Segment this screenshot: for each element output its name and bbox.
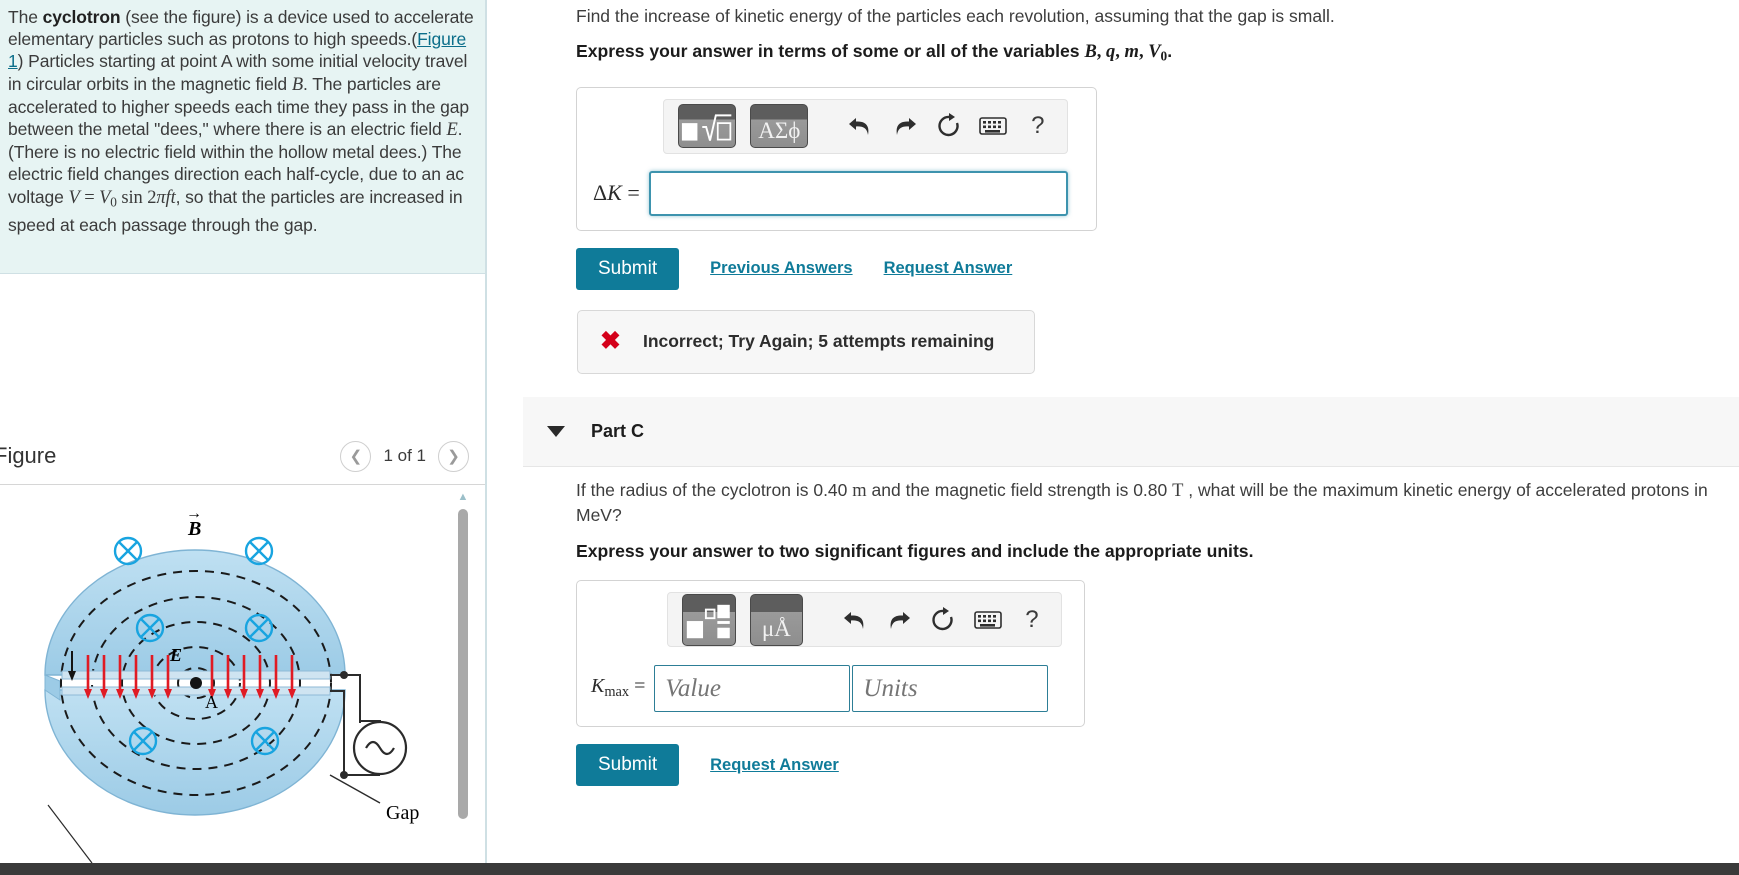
units-symbols-label: μÅ — [761, 615, 791, 641]
part-c-units-input[interactable] — [852, 665, 1049, 712]
problem-intro-1: The — [8, 7, 43, 27]
problem-statement-box: The cyclotron (see the figure) is a devi… — [0, 0, 485, 274]
part-c-value-input[interactable] — [654, 665, 851, 712]
part-b-question: Find the increase of kinetic energy of t… — [576, 6, 1335, 26]
right-panel: Find the increase of kinetic energy of t… — [489, 0, 1739, 875]
unit-meter: m — [852, 481, 867, 501]
part-b-answer-box: ΑΣϕ ? ΔK = — [576, 86, 1097, 231]
part-c-instruction: Express your answer to two significant f… — [576, 541, 1254, 561]
part-b-feedback-box: ✖ Incorrect; Try Again; 5 attempts remai… — [577, 309, 1035, 374]
figure-navigation: ❮ 1 of 1 ❯ — [340, 440, 469, 472]
var-b-inline: B — [291, 74, 304, 95]
part-b-instruction-suffix: . — [1167, 41, 1173, 61]
part-c-button-row: Submit Request Answer — [576, 744, 1739, 786]
redo-icon[interactable] — [890, 109, 920, 143]
mastering-physics-page: The cyclotron (see the figure) is a devi… — [0, 0, 1739, 875]
part-b-instruction: Express your answer in terms of some or … — [489, 28, 1739, 69]
part-c-body: If the radius of the cyclotron is 0.40 m… — [489, 478, 1739, 786]
part-c-question: If the radius of the cyclotron is 0.40 m… — [489, 478, 1739, 527]
part-b-instruction-prefix: Express your answer in terms of some or … — [576, 41, 1085, 61]
figure-prev-button[interactable]: ❮ — [340, 440, 372, 472]
part-b-answer-row: ΔK = — [577, 170, 1068, 216]
greek-symbols-label: ΑΣϕ — [758, 118, 801, 144]
part-c-question-2: and the magnetic field strength is 0.80 — [866, 480, 1173, 500]
figure-scrollbar-thumb[interactable] — [458, 509, 468, 819]
reset-icon[interactable] — [934, 109, 964, 143]
greek-symbols-button[interactable]: ΑΣϕ — [750, 104, 809, 149]
figure-counter: 1 of 1 — [383, 446, 426, 465]
part-c-answer-label: Kmax = — [591, 675, 646, 701]
part-b-answer-label: ΔK = — [593, 180, 640, 206]
part-b-submit-button[interactable]: Submit — [576, 247, 680, 290]
part-b-answer-input[interactable] — [648, 170, 1068, 216]
keyboard-icon[interactable] — [978, 109, 1008, 143]
redo-icon[interactable] — [884, 603, 914, 637]
part-c-question-1: If the radius of the cyclotron is 0.40 — [576, 480, 853, 500]
left-panel: The cyclotron (see the figure) is a devi… — [0, 0, 487, 875]
point-a-marker — [190, 677, 202, 689]
part-b-request-answer-link[interactable]: Request Answer — [884, 259, 1013, 278]
undo-icon[interactable] — [840, 603, 870, 637]
part-c-request-answer-link[interactable]: Request Answer — [710, 756, 839, 775]
template-icon[interactable] — [678, 104, 737, 149]
figure-image-area[interactable]: B → E A Gap ▲ — [0, 484, 485, 875]
part-b-math-toolbar: ΑΣϕ ? — [663, 98, 1068, 154]
part-b-feedback-text: Incorrect; Try Again; 5 attempts remaini… — [642, 331, 995, 352]
part-b-instruction-vars: B, q, m, V0 — [1084, 42, 1168, 64]
part-c-title: Part C — [591, 421, 645, 441]
part-b-previous-answers-link[interactable]: Previous Answers — [710, 259, 852, 278]
keyboard-icon[interactable] — [973, 603, 1003, 637]
var-e-inline: E — [446, 120, 458, 141]
figure-next-button[interactable]: ❯ — [438, 440, 469, 472]
figure-header: Figure ❮ 1 of 1 ❯ — [0, 428, 485, 484]
part-c-answer-row: Kmax = — [577, 665, 1059, 712]
part-b-button-row: Submit Previous Answers Request Answer — [576, 247, 1739, 290]
part-c-answer-box: μÅ ? Kmax = Value Units — [576, 580, 1085, 727]
template-icon[interactable] — [682, 593, 736, 646]
caret-down-icon[interactable] — [547, 426, 565, 437]
part-c-math-toolbar: μÅ ? — [667, 592, 1062, 647]
figure-panel-title: Figure — [0, 443, 57, 468]
x-mark-icon: ✖ — [600, 327, 621, 356]
part-c-submit-button[interactable]: Submit — [576, 744, 680, 786]
reset-icon[interactable] — [928, 603, 958, 637]
unit-tesla: T — [1172, 481, 1184, 501]
chevron-right-icon: ❯ — [447, 448, 460, 465]
cyclotron-diagram: B → E A Gap — [44, 505, 419, 864]
part-c-header[interactable]: Part C — [523, 397, 1739, 467]
problem-term-cyclotron: cyclotron — [42, 7, 121, 27]
point-a-label: A — [205, 692, 218, 712]
e-field-label: E — [169, 645, 182, 665]
scroll-up-icon[interactable]: ▲ — [456, 491, 470, 505]
problem-statement-text: The cyclotron (see the figure) is a devi… — [8, 6, 475, 236]
b-field-arrow: → — [186, 505, 202, 522]
help-icon[interactable]: ? — [1017, 603, 1047, 637]
units-symbols-button[interactable]: μÅ — [749, 593, 804, 646]
ac-voltage-equation: V = V0 sin 2πft — [68, 187, 176, 210]
bottom-bar — [0, 863, 1739, 875]
chevron-left-icon: ❮ — [349, 448, 363, 465]
help-icon[interactable]: ? — [1023, 109, 1053, 143]
figure-scrollbar[interactable]: ▲ — [456, 491, 470, 875]
undo-icon[interactable] — [845, 109, 875, 143]
gap-label: Gap — [386, 802, 419, 824]
